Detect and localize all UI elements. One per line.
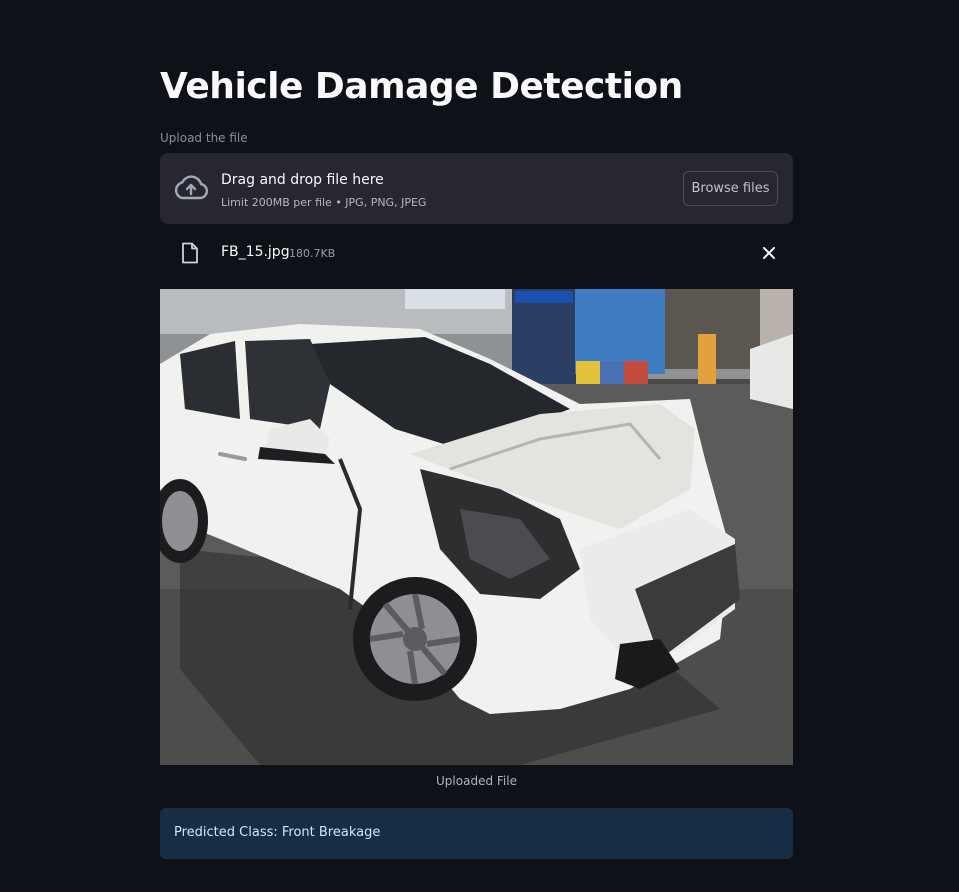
file-icon: [182, 242, 198, 264]
image-caption: Uploaded File: [436, 774, 517, 788]
uploaded-file-row: FB_15.jpg 180.7KB: [160, 238, 793, 268]
file-size: 180.7KB: [289, 247, 336, 260]
cloud-upload-icon: [174, 175, 209, 200]
car-photo: [160, 289, 793, 765]
page-title: Vehicle Damage Detection: [160, 66, 683, 107]
file-limit-text: Limit 200MB per file • JPG, PNG, JPEG: [221, 196, 427, 209]
file-dropzone[interactable]: Drag and drop file here Limit 200MB per …: [160, 153, 793, 224]
file-name: FB_15.jpg: [221, 244, 290, 260]
drop-instructions: Drag and drop file here: [221, 172, 384, 188]
prediction-result-box: Predicted Class: Front Breakage: [160, 808, 793, 859]
upload-label: Upload the file: [160, 131, 248, 145]
browse-files-button[interactable]: Browse files: [683, 171, 778, 206]
prediction-result-text: Predicted Class: Front Breakage: [174, 825, 381, 840]
close-icon[interactable]: [761, 245, 777, 261]
uploaded-image: [160, 289, 793, 765]
